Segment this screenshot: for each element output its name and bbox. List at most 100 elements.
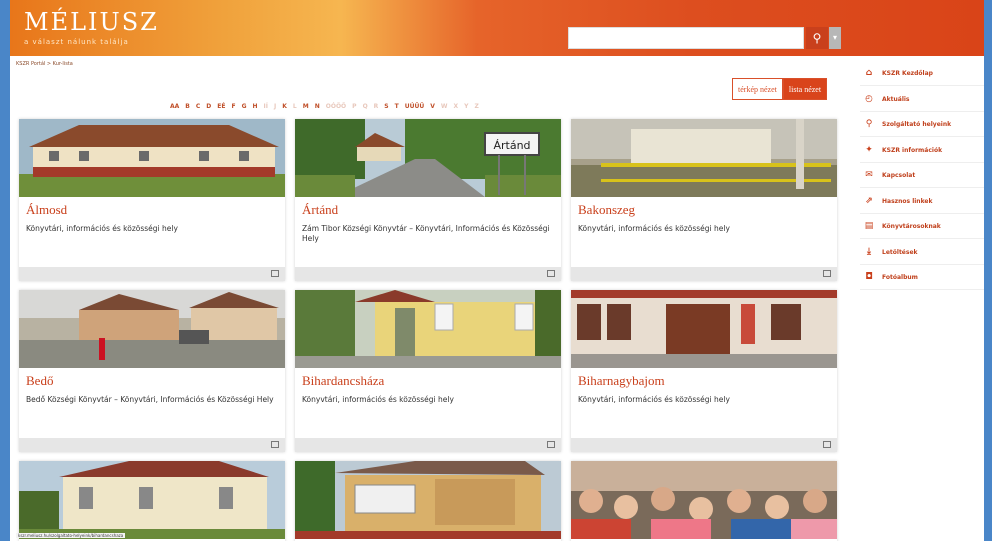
sidebar-item[interactable]: ⚲ Szolgáltató helyeink <box>860 112 984 137</box>
alphabet-letter[interactable]: G <box>242 103 247 110</box>
alphabet-letter[interactable]: UÚÜŰ <box>405 103 425 110</box>
location-description: Könyvtári, információs és közösségi hely <box>26 224 178 233</box>
alphabet-filter: AA B C D EÉ F G H IÍ J K L M N OÓÖŐ P Q R S T UÚÜŰ V W X Y Z <box>170 103 485 110</box>
location-photo <box>571 119 837 197</box>
alphabet-letter[interactable]: S <box>384 103 388 110</box>
location-name[interactable]: Bedő <box>26 373 53 389</box>
location-card[interactable] <box>571 461 837 541</box>
alphabet-letter[interactable]: N <box>315 103 320 110</box>
alphabet-letter: W <box>440 103 448 110</box>
alphabet-letter[interactable]: H <box>253 103 258 110</box>
alphabet-letter: J <box>274 103 277 110</box>
alphabet-letter: L <box>292 103 297 110</box>
search-icon: ⚲ <box>812 31 822 45</box>
location-photo <box>19 290 285 368</box>
sidebar-item-label: KSZR információk <box>882 146 943 154</box>
alphabet-letter[interactable]: K <box>282 103 287 110</box>
sidebar-item-label: KSZR Kezdőlap <box>882 70 933 77</box>
alphabet-letter[interactable]: C <box>196 103 200 110</box>
location-name[interactable]: Ártánd <box>302 202 338 218</box>
card-footer <box>19 267 285 281</box>
alphabet-letter: P <box>352 103 357 110</box>
browser-page: MÉLIUSZ a választ nálunk találja ⚲ ▾ KSZ… <box>10 0 984 541</box>
sidebar-item[interactable]: ▤ Könyvtárosoknak <box>860 214 984 239</box>
alphabet-letter[interactable]: EÉ <box>217 103 225 110</box>
alphabet-letter: X <box>453 103 459 110</box>
external-link-icon[interactable] <box>823 441 831 448</box>
sidebar-item-label: Fotóalbum <box>882 274 918 281</box>
alphabet-letter[interactable]: AA <box>170 103 179 110</box>
location-card[interactable]: Biharnagybajom Könyvtári, információs és… <box>571 290 837 452</box>
alphabet-letter[interactable]: V <box>430 103 435 110</box>
view-toggle: térkép nézet lista nézet <box>732 78 828 100</box>
search-icon: ⚲ <box>865 119 873 129</box>
alphabet-letter: OÓÖŐ <box>325 103 347 110</box>
mail-icon: ✉ <box>865 170 873 180</box>
alphabet-letter[interactable]: M <box>303 103 309 110</box>
external-link-icon[interactable] <box>823 270 831 277</box>
list-view-button[interactable]: lista nézet <box>782 78 828 100</box>
map-view-button[interactable]: térkép nézet <box>732 78 783 100</box>
external-link-icon[interactable] <box>271 441 279 448</box>
location-photo <box>295 290 561 368</box>
location-description: Könyvtári, információs és közösségi hely <box>578 395 730 404</box>
external-link-icon[interactable] <box>547 441 555 448</box>
sidebar-item-label: Hasznos linkek <box>882 197 933 205</box>
home-icon: ⌂ <box>865 68 873 78</box>
location-photo: Ártánd <box>295 119 561 197</box>
sidebar-item-label: Letöltések <box>882 248 918 256</box>
external-link-icon[interactable] <box>271 270 279 277</box>
alphabet-letter[interactable]: F <box>231 103 235 110</box>
sidebar-item[interactable]: ◘ Fotóalbum <box>860 265 984 290</box>
alphabet-letter: Z <box>474 103 479 110</box>
sidebar-item-label: Kapcsolat <box>882 172 916 179</box>
alphabet-letter: R <box>373 103 379 110</box>
external-link-icon[interactable] <box>547 270 555 277</box>
sidebar-item-label: Könyvtárosoknak <box>882 223 941 230</box>
alphabet-letter: Q <box>362 103 368 110</box>
alphabet-letter[interactable]: B <box>185 103 190 110</box>
sidebar-item[interactable]: ✉ Kapcsolat <box>860 163 984 188</box>
sidebar-item-label: Aktuális <box>882 95 910 103</box>
location-name[interactable]: Biharnagybajom <box>578 373 665 389</box>
camera-icon: ◘ <box>865 272 873 282</box>
alphabet-letter[interactable]: T <box>395 103 399 110</box>
location-photo <box>19 461 285 539</box>
sidebar-item-label: Szolgáltató helyeink <box>882 121 952 128</box>
alphabet-letter[interactable]: D <box>206 103 211 110</box>
location-description: Könyvtári, információs és közösségi hely <box>578 224 730 233</box>
sidebar-item[interactable]: ◴ Aktuális <box>860 87 984 112</box>
puzzle-icon: ✦ <box>865 144 873 155</box>
location-card[interactable] <box>295 461 561 541</box>
location-card[interactable]: Bedő Bedő Községi Könyvtár – Könyvtári, … <box>19 290 285 452</box>
search-button[interactable]: ⚲ <box>806 27 828 49</box>
card-footer <box>295 267 561 281</box>
search-options-dropdown[interactable]: ▾ <box>829 27 841 49</box>
location-card[interactable]: Bakonszeg Könyvtári, információs és közö… <box>571 119 837 281</box>
sidebar-item[interactable]: ⌂ KSZR Kezdőlap <box>860 61 984 86</box>
sidebar-item[interactable]: ⤓ Letöltések <box>860 240 984 265</box>
location-name[interactable]: Álmosd <box>26 202 67 218</box>
location-description: Bedő Községi Könyvtár – Könyvtári, Infor… <box>26 395 274 404</box>
location-photo <box>571 290 837 368</box>
location-card[interactable]: Bihardancsháza Könyvtári, információs és… <box>295 290 561 452</box>
chevron-down-icon: ▾ <box>832 33 837 42</box>
sidebar-item[interactable]: ⇗ Hasznos linkek <box>860 189 984 214</box>
card-footer <box>295 438 561 452</box>
breadcrumb[interactable]: KSZR Portál > Kur-lista <box>16 61 73 67</box>
location-card[interactable]: Ártánd Ártánd Zám Tibor Községi Könyvtár… <box>295 119 561 281</box>
location-name[interactable]: Bihardancsháza <box>302 373 384 389</box>
card-footer <box>571 267 837 281</box>
location-card[interactable]: Álmosd Könyvtári, információs és közössé… <box>19 119 285 281</box>
search-input[interactable] <box>568 27 804 49</box>
site-header: MÉLIUSZ a választ nálunk találja ⚲ ▾ <box>10 0 984 56</box>
location-name[interactable]: Bakonszeg <box>578 202 635 218</box>
clock-icon: ◴ <box>865 93 873 104</box>
sidebar-item[interactable]: ✦ KSZR információk <box>860 138 984 163</box>
location-photo <box>571 461 837 539</box>
status-bar-url: kszr.meliusz.hu/szolgaltato-helyeink/bih… <box>16 533 126 538</box>
alphabet-letter: IÍ <box>263 103 269 110</box>
location-card[interactable] <box>19 461 285 541</box>
location-description: Zám Tibor Községi Könyvtár – Könyvtári, … <box>302 224 550 243</box>
site-logo[interactable]: MÉLIUSZ <box>24 8 159 36</box>
